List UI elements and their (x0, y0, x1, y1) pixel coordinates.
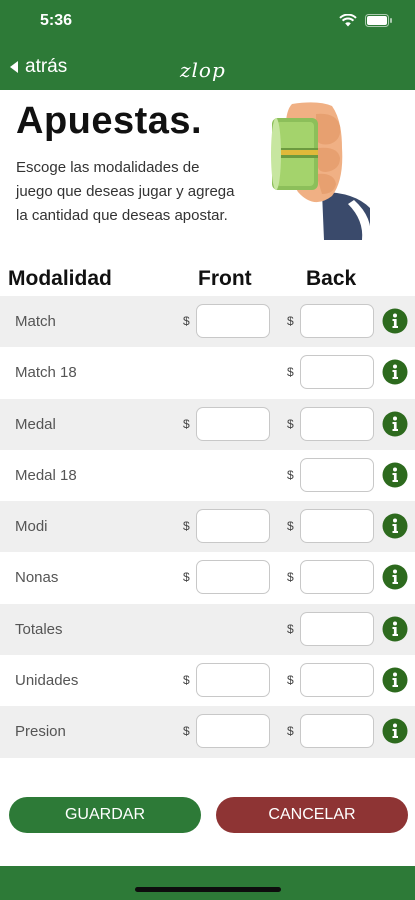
page-title: Apuestas. (16, 100, 203, 142)
hero-section: Apuestas. Escoge las modalidades de jueg… (0, 90, 415, 260)
footer-bar (0, 866, 415, 900)
table-row: Totales $ (0, 603, 415, 656)
back-amount-input[interactable] (300, 406, 374, 441)
front-currency-symbol: $ (183, 673, 190, 688)
info-icon[interactable] (382, 667, 408, 693)
status-time: 5:36 (40, 12, 73, 29)
front-currency-symbol: $ (183, 724, 190, 739)
back-currency-symbol: $ (287, 314, 294, 328)
back-button[interactable]: atrás (10, 56, 67, 78)
row-label: Presion (15, 723, 66, 741)
back-amount-input[interactable] (300, 457, 374, 492)
front-currency-symbol: $ (183, 519, 190, 534)
info-icon[interactable] (382, 462, 408, 488)
back-amount-input[interactable] (300, 611, 374, 646)
front-amount-input[interactable] (196, 663, 270, 698)
back-amount-input[interactable] (300, 304, 374, 338)
table-header: Modalidad Front Back (0, 262, 415, 296)
row-label: Medal 18 (15, 466, 77, 484)
front-currency-symbol: $ (183, 314, 190, 328)
front-amount-input[interactable] (196, 714, 270, 749)
info-icon[interactable] (382, 718, 408, 744)
status-icons (339, 14, 393, 27)
battery-icon (365, 14, 392, 27)
nav-bar: atrás zlop (0, 48, 415, 90)
table-row: Nonas $ $ (0, 552, 415, 603)
table-row: Match 18 $ (0, 347, 415, 398)
row-label: Nonas (15, 569, 59, 587)
table-row: Modi $ $ (0, 501, 415, 553)
back-currency-symbol: $ (287, 673, 294, 688)
front-amount-input[interactable] (196, 406, 270, 441)
info-icon[interactable] (382, 359, 408, 385)
table-row: Presion $ $ (0, 706, 415, 758)
app-logo: zlop (180, 58, 226, 82)
table-row: Medal $ $ (0, 398, 415, 450)
front-amount-input[interactable] (196, 560, 270, 595)
back-currency-symbol: $ (287, 570, 294, 585)
row-label: Match (15, 313, 56, 330)
back-currency-symbol: $ (287, 724, 294, 739)
info-icon[interactable] (382, 564, 408, 590)
column-header-front: Front (198, 267, 252, 290)
bet-rows: Match $ $ Match 18 $ Medal $ $ Medal 18 $ Modi $ $ No… (0, 296, 415, 758)
front-amount-input[interactable] (196, 304, 270, 338)
table-row: Medal 18 $ (0, 450, 415, 501)
back-currency-symbol: $ (287, 365, 294, 380)
table-row: Match $ $ (0, 296, 415, 348)
table-row: Unidades $ $ (0, 655, 415, 706)
back-currency-symbol: $ (287, 519, 294, 534)
back-amount-input[interactable] (300, 714, 374, 749)
back-currency-symbol: $ (287, 416, 294, 431)
money-hand-illustration (271, 102, 371, 240)
back-amount-input[interactable] (300, 663, 374, 698)
wifi-icon (339, 14, 357, 27)
info-icon[interactable] (382, 411, 408, 437)
back-amount-input[interactable] (300, 509, 374, 544)
page-description: Escoge las modalidades de juego que dese… (16, 159, 235, 224)
front-currency-symbol: $ (183, 570, 190, 585)
info-icon[interactable] (382, 616, 408, 642)
back-amount-input[interactable] (300, 560, 374, 595)
save-button[interactable]: GUARDAR (9, 797, 201, 833)
home-indicator[interactable] (135, 887, 281, 892)
back-amount-input[interactable] (300, 355, 374, 390)
row-label: Totales (15, 620, 63, 638)
row-label: Modi (15, 518, 48, 536)
row-label: Medal (15, 415, 56, 433)
front-currency-symbol: $ (183, 416, 190, 431)
back-arrow-icon (10, 61, 18, 73)
back-label: atrás (25, 56, 68, 77)
column-header-modalidad: Modalidad (8, 267, 112, 290)
back-currency-symbol: $ (287, 467, 294, 482)
info-icon[interactable] (382, 513, 408, 539)
cancel-button[interactable]: CANCELAR (216, 797, 408, 833)
back-currency-symbol: $ (287, 621, 294, 636)
front-amount-input[interactable] (196, 509, 270, 544)
status-bar: 5:36 (0, 0, 415, 48)
info-icon[interactable] (382, 308, 408, 334)
column-header-back: Back (306, 267, 357, 290)
row-label: Match 18 (15, 364, 77, 382)
row-label: Unidades (15, 672, 79, 690)
